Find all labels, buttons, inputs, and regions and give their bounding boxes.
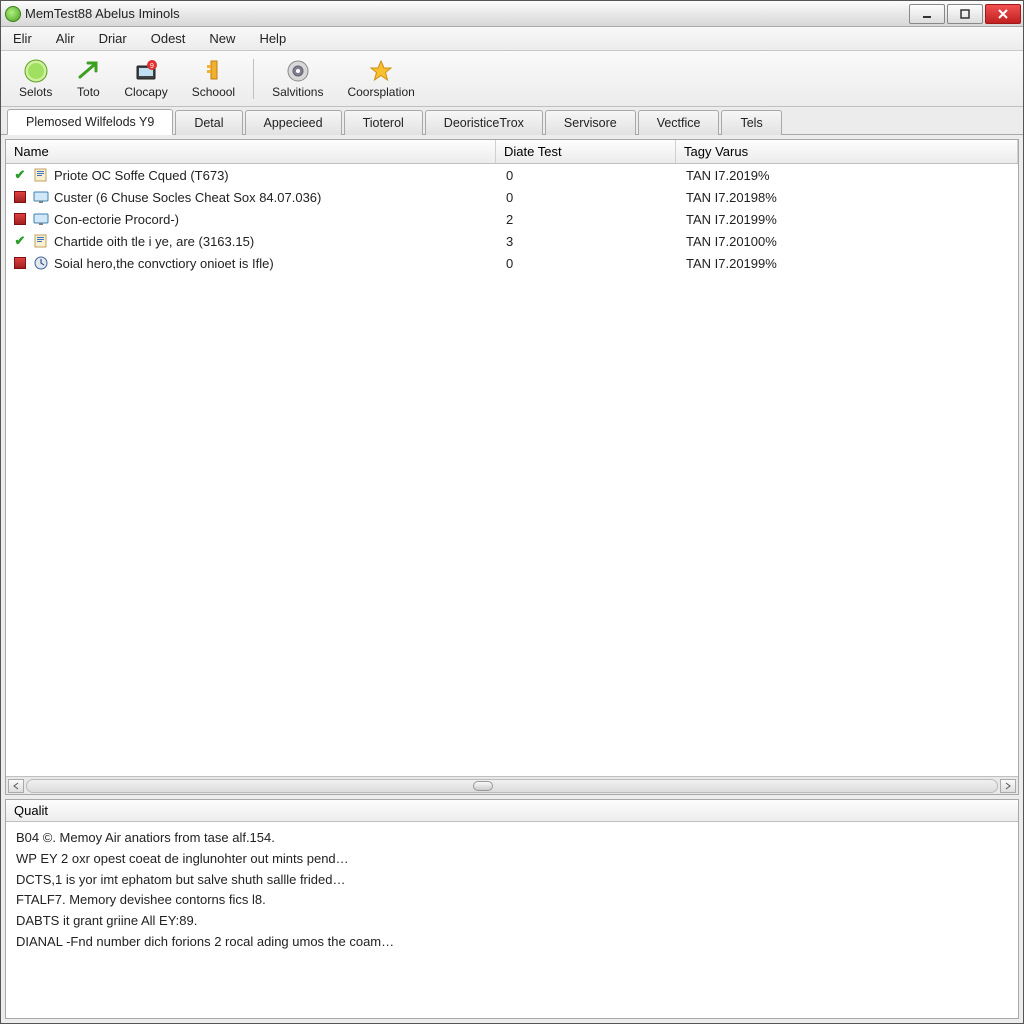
menubar: Elir Alir Driar Odest New Help <box>1 27 1023 51</box>
tab-vectfice[interactable]: Vectfice <box>638 110 720 135</box>
key-icon <box>201 59 225 83</box>
row-name: Soial hero,the convctiory onioet is Ifle… <box>54 256 498 271</box>
list-header: Name Diate Test Tagy Varus <box>6 140 1018 164</box>
close-icon <box>997 8 1009 20</box>
tb-schoool[interactable]: Schoool <box>182 55 245 103</box>
menu-odest[interactable]: Odest <box>145 29 192 48</box>
scroll-track[interactable] <box>26 779 998 793</box>
menu-new[interactable]: New <box>203 29 241 48</box>
tb-salvitions-label: Salvitions <box>272 85 323 99</box>
table-row[interactable]: ✔ Chartide oith tle i ye, are (3163.15)3T… <box>6 230 1018 252</box>
tb-selots-label: Selots <box>19 85 52 99</box>
table-row[interactable]: ✔ Priote OC Soffe Cqued (T673)0TAN I7.201… <box>6 164 1018 186</box>
log-line: DCTS,1 is yor imt ephatom but salve shut… <box>16 870 1008 891</box>
status-icon: ✔ <box>12 233 28 249</box>
disc-icon <box>286 59 310 83</box>
log-header: Qualit <box>6 800 1018 822</box>
monitor-badge-icon: 9 <box>134 59 158 83</box>
row-tag: TAN I7.20199% <box>678 256 1012 271</box>
row-test: 0 <box>498 190 678 205</box>
maximize-button[interactable] <box>947 4 983 24</box>
scroll-thumb[interactable] <box>473 781 493 791</box>
table-row[interactable]: Con-ectorie Procord-)2TAN I7.20199% <box>6 208 1018 230</box>
row-tag: TAN I7.20198% <box>678 190 1012 205</box>
item-icon <box>32 167 50 183</box>
tabbar: Plemosed Wilfelods Y9 Detal Appecieed Ti… <box>1 107 1023 135</box>
row-test: 2 <box>498 212 678 227</box>
status-icon <box>12 191 28 203</box>
table-row[interactable]: Custer (6 Chuse Socles Cheat Sox 84.07.0… <box>6 186 1018 208</box>
tb-toto[interactable]: Toto <box>66 55 110 103</box>
menu-alir[interactable]: Alir <box>50 29 81 48</box>
col-header-test[interactable]: Diate Test <box>496 140 676 163</box>
row-tag: TAN I7.2019% <box>678 168 1012 183</box>
log-line: B04 ©. Memoy Air anatiors from tase alf.… <box>16 828 1008 849</box>
tab-tioterol[interactable]: Tioterol <box>344 110 423 135</box>
tab-detal[interactable]: Detal <box>175 110 242 135</box>
item-icon <box>32 233 50 249</box>
h-scrollbar[interactable] <box>6 776 1018 794</box>
log-line: DIANAL -Fnd number dich forions 2 rocal … <box>16 932 1008 953</box>
window-title: MemTest88 Abelus Iminols <box>25 6 909 21</box>
row-name: Custer (6 Chuse Socles Cheat Sox 84.07.0… <box>54 190 498 205</box>
tab-deoristice[interactable]: DeoristiceTrox <box>425 110 543 135</box>
row-test: 0 <box>498 256 678 271</box>
toolbar-separator <box>253 59 254 99</box>
tb-clocapy-label: Clocapy <box>124 85 167 99</box>
status-icon <box>12 213 28 225</box>
minimize-icon <box>921 8 933 20</box>
menu-help[interactable]: Help <box>253 29 292 48</box>
app-icon <box>5 6 21 22</box>
tb-salvitions[interactable]: Salvitions <box>262 55 333 103</box>
col-header-tag[interactable]: Tagy Varus <box>676 140 1018 163</box>
log-line: DABTS it grant griine All EY:89. <box>16 911 1008 932</box>
row-test: 3 <box>498 234 678 249</box>
status-icon: ✔ <box>12 167 28 183</box>
row-tag: TAN I7.20100% <box>678 234 1012 249</box>
tb-toto-label: Toto <box>77 85 100 99</box>
status-icon <box>12 257 28 269</box>
tab-servisore[interactable]: Servisore <box>545 110 636 135</box>
tb-schoool-label: Schoool <box>192 85 235 99</box>
tb-coorsplation-label: Coorsplation <box>347 85 414 99</box>
arrow-up-icon <box>76 59 100 83</box>
item-icon <box>32 255 50 271</box>
list-panel: Name Diate Test Tagy Varus ✔ Priote OC So… <box>5 139 1019 795</box>
col-header-name[interactable]: Name <box>6 140 496 163</box>
table-row[interactable]: Soial hero,the convctiory onioet is Ifle… <box>6 252 1018 274</box>
row-name: Con-ectorie Procord-) <box>54 212 498 227</box>
tb-coorsplation[interactable]: Coorsplation <box>337 55 424 103</box>
minimize-button[interactable] <box>909 4 945 24</box>
row-name: Chartide oith tle i ye, are (3163.15) <box>54 234 498 249</box>
log-body: B04 ©. Memoy Air anatiors from tase alf.… <box>6 822 1018 1018</box>
play-circle-icon <box>24 59 48 83</box>
log-line: FTALF7. Memory devishee contorns fics l8… <box>16 890 1008 911</box>
row-tag: TAN I7.20199% <box>678 212 1012 227</box>
item-icon <box>32 211 50 227</box>
row-name: Priote OC Soffe Cqued (T673) <box>54 168 498 183</box>
window-controls <box>909 4 1021 24</box>
star-icon <box>369 59 393 83</box>
scroll-right-icon[interactable] <box>1000 779 1016 793</box>
tab-tels[interactable]: Tels <box>721 110 781 135</box>
scroll-left-icon[interactable] <box>8 779 24 793</box>
list-body: ✔Priote OC Soffe Cqued (T673)0TAN I7.201… <box>6 164 1018 776</box>
main-window: MemTest88 Abelus Iminols Elir Alir Driar… <box>0 0 1024 1024</box>
tab-plemosed[interactable]: Plemosed Wilfelods Y9 <box>7 109 173 135</box>
tb-clocapy[interactable]: 9 Clocapy <box>114 55 177 103</box>
item-icon <box>32 189 50 205</box>
log-line: WP EY 2 oxr opest coeat de inglunohter o… <box>16 849 1008 870</box>
row-test: 0 <box>498 168 678 183</box>
svg-text:9: 9 <box>150 63 154 70</box>
log-panel: Qualit B04 ©. Memoy Air anatiors from ta… <box>5 799 1019 1019</box>
menu-elir[interactable]: Elir <box>7 29 38 48</box>
tab-appecieed[interactable]: Appecieed <box>245 110 342 135</box>
content-area: Name Diate Test Tagy Varus ✔ Priote OC So… <box>1 135 1023 1023</box>
titlebar: MemTest88 Abelus Iminols <box>1 1 1023 27</box>
menu-driar[interactable]: Driar <box>93 29 133 48</box>
maximize-icon <box>959 8 971 20</box>
toolbar: Selots Toto 9 Clocapy Schoool Salvitions <box>1 51 1023 107</box>
tb-selots[interactable]: Selots <box>9 55 62 103</box>
close-button[interactable] <box>985 4 1021 24</box>
